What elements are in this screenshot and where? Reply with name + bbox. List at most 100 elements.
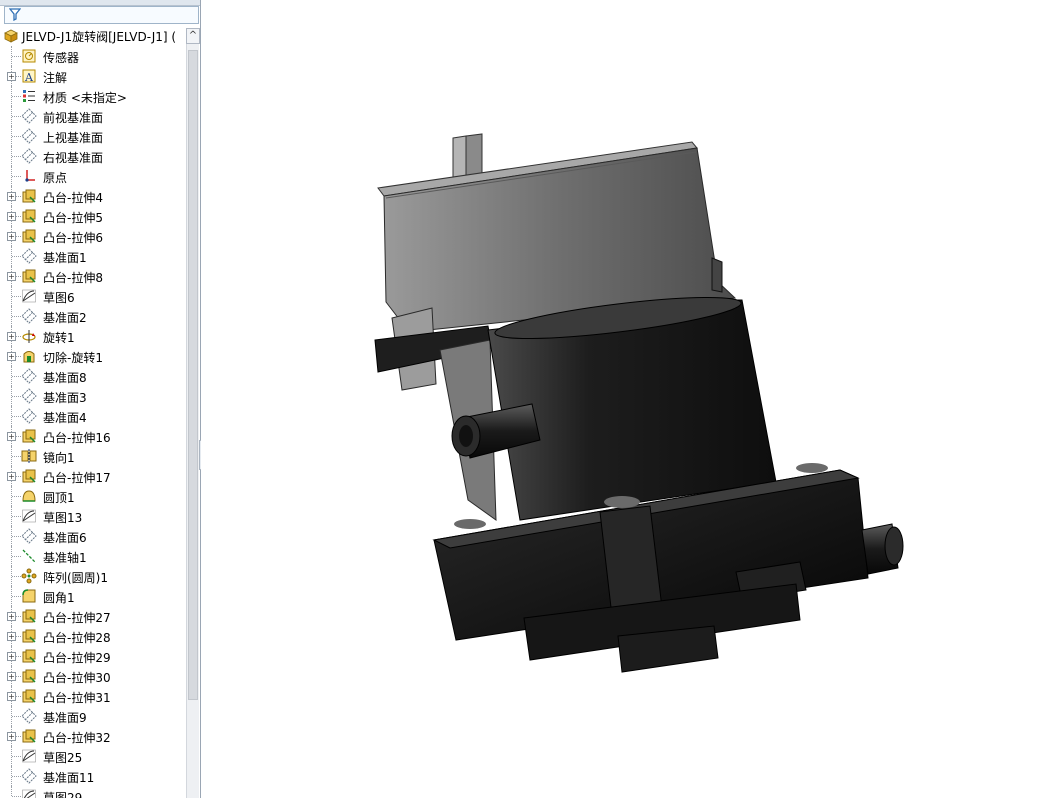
tree-item[interactable]: 上视基准面 — [0, 126, 186, 146]
tree-item[interactable]: + 凸台-拉伸16 — [0, 426, 186, 446]
tree-root-part[interactable]: JELVD-J1旋转阀[JELVD-J1] ( — [0, 26, 198, 45]
plane-icon — [21, 388, 37, 404]
valve-3d-model[interactable] — [201, 0, 1056, 798]
boss-extrude-icon — [22, 689, 36, 703]
tree-item-label: 草图13 — [43, 511, 83, 525]
tree-item[interactable]: 基准面6 — [0, 526, 186, 546]
filter-icon[interactable] — [9, 8, 21, 21]
tree-item[interactable]: 基准轴1 — [0, 546, 186, 566]
tree-connector-line — [12, 716, 21, 717]
expand-toggle-icon[interactable]: + — [7, 352, 16, 361]
expand-toggle-icon[interactable]: + — [7, 632, 16, 641]
annotation-icon: A — [22, 69, 36, 84]
sketch-icon — [22, 289, 36, 303]
tree-item[interactable]: + 凸台-拉伸17 — [0, 466, 186, 486]
tree-item[interactable]: 圆角1 — [0, 586, 186, 606]
tree-item[interactable]: + 凸台-拉伸8 — [0, 266, 186, 286]
tree-item-label: 基准面9 — [43, 711, 87, 725]
tree-item-label: 凸台-拉伸4 — [43, 191, 103, 205]
tree-item-label: 圆顶1 — [43, 491, 75, 505]
expand-toggle-icon[interactable]: + — [7, 612, 16, 621]
tree-scrollbar[interactable] — [186, 44, 199, 798]
expand-toggle-icon[interactable]: + — [7, 232, 16, 241]
tree-item[interactable]: + 凸台-拉伸30 — [0, 666, 186, 686]
part-icon — [4, 29, 18, 43]
filter-bar[interactable] — [4, 6, 199, 24]
expand-toggle-icon[interactable]: + — [7, 732, 16, 741]
tree-item-label: 基准面6 — [43, 531, 87, 545]
tree-item[interactable]: 草图6 — [0, 286, 186, 306]
tree-item[interactable]: 材质 <未指定> — [0, 86, 186, 106]
tree-item-label: 旋转1 — [43, 331, 75, 345]
tree-item[interactable]: 基准面1 — [0, 246, 186, 266]
tree-item-label: 右视基准面 — [43, 151, 104, 165]
tree-connector-line — [12, 256, 21, 257]
tree-item[interactable]: 草图29 — [0, 786, 186, 798]
tree-item[interactable]: + 切除-旋转1 — [0, 346, 186, 366]
boss-extrude-icon — [22, 609, 36, 623]
expand-toggle-icon[interactable]: + — [7, 432, 16, 441]
tree-item-label: 凸台-拉伸30 — [43, 671, 111, 685]
tree-connector-line — [12, 776, 21, 777]
sensor-icon — [22, 49, 36, 63]
tree-connector-line — [12, 396, 21, 397]
expand-toggle-icon[interactable]: + — [7, 192, 16, 201]
tree-item[interactable]: 基准面3 — [0, 386, 186, 406]
tree-item[interactable]: + 凸台-拉伸32 — [0, 726, 186, 746]
tree-item[interactable]: 原点 — [0, 166, 186, 186]
tree-item[interactable]: 基准面8 — [0, 366, 186, 386]
mirror-icon — [21, 449, 37, 463]
material-icon — [23, 90, 35, 102]
tree-item[interactable]: 右视基准面 — [0, 146, 186, 166]
tree-connector-line — [12, 496, 21, 497]
tree-item[interactable]: + 凸台-拉伸4 — [0, 186, 186, 206]
tree-item[interactable]: 阵列(圆周)1 — [0, 566, 186, 586]
feature-list: 传感器 + A 注解 材质 <未指定> 前视基准面 上视基准面 右视基准面 原点 + 凸台-拉伸4 +… — [0, 46, 186, 798]
expand-toggle-icon[interactable]: + — [7, 652, 16, 661]
tree-item-label: 圆角1 — [43, 591, 75, 605]
tree-item[interactable]: + A 注解 — [0, 66, 186, 86]
tree-item[interactable]: 镜向1 — [0, 446, 186, 466]
tree-item-label: 基准面3 — [43, 391, 87, 405]
svg-text:A: A — [24, 71, 34, 84]
tree-item-label: 材质 <未指定> — [43, 91, 127, 105]
tree-item[interactable]: 前视基准面 — [0, 106, 186, 126]
tree-item[interactable]: 基准面2 — [0, 306, 186, 326]
tree-item[interactable]: 草图13 — [0, 506, 186, 526]
tree-item[interactable]: + 凸台-拉伸31 — [0, 686, 186, 706]
plane-icon — [21, 528, 37, 544]
boss-extrude-icon — [22, 189, 36, 203]
tree-item[interactable]: + 凸台-拉伸29 — [0, 646, 186, 666]
tree-item[interactable]: + 旋转1 — [0, 326, 186, 346]
tree-scrollbar-thumb[interactable] — [188, 50, 198, 700]
tree-connector-line — [11, 786, 12, 796]
tree-item-label: 凸台-拉伸8 — [43, 271, 103, 285]
expand-toggle-icon[interactable]: + — [7, 272, 16, 281]
tree-item[interactable]: + 凸台-拉伸6 — [0, 226, 186, 246]
expand-toggle-icon[interactable]: + — [7, 72, 16, 81]
expand-toggle-icon[interactable]: + — [7, 692, 16, 701]
plane-icon — [21, 148, 37, 164]
plane-icon — [21, 708, 37, 724]
graphics-viewport[interactable] — [201, 0, 1056, 798]
tree-item[interactable]: 基准面9 — [0, 706, 186, 726]
cut-revolve-icon — [23, 351, 35, 363]
plane-icon — [21, 368, 37, 384]
sketch-icon — [22, 749, 36, 763]
expand-toggle-icon[interactable]: + — [7, 212, 16, 221]
plane-icon — [21, 768, 37, 784]
tree-item[interactable]: 草图25 — [0, 746, 186, 766]
plane-icon — [21, 128, 37, 144]
tree-item[interactable]: + 凸台-拉伸28 — [0, 626, 186, 646]
tree-item[interactable]: 圆顶1 — [0, 486, 186, 506]
tree-item[interactable]: 传感器 — [0, 46, 186, 66]
expand-toggle-icon[interactable]: + — [7, 472, 16, 481]
expand-toggle-icon[interactable]: + — [7, 332, 16, 341]
tree-item[interactable]: + 凸台-拉伸27 — [0, 606, 186, 626]
tree-item[interactable]: 基准面11 — [0, 766, 186, 786]
tree-item[interactable]: 基准面4 — [0, 406, 186, 426]
tree-item-label: 凸台-拉伸27 — [43, 611, 111, 625]
expand-toggle-icon[interactable]: + — [7, 672, 16, 681]
tree-item[interactable]: + 凸台-拉伸5 — [0, 206, 186, 226]
collapse-button[interactable]: ^ — [186, 28, 200, 44]
